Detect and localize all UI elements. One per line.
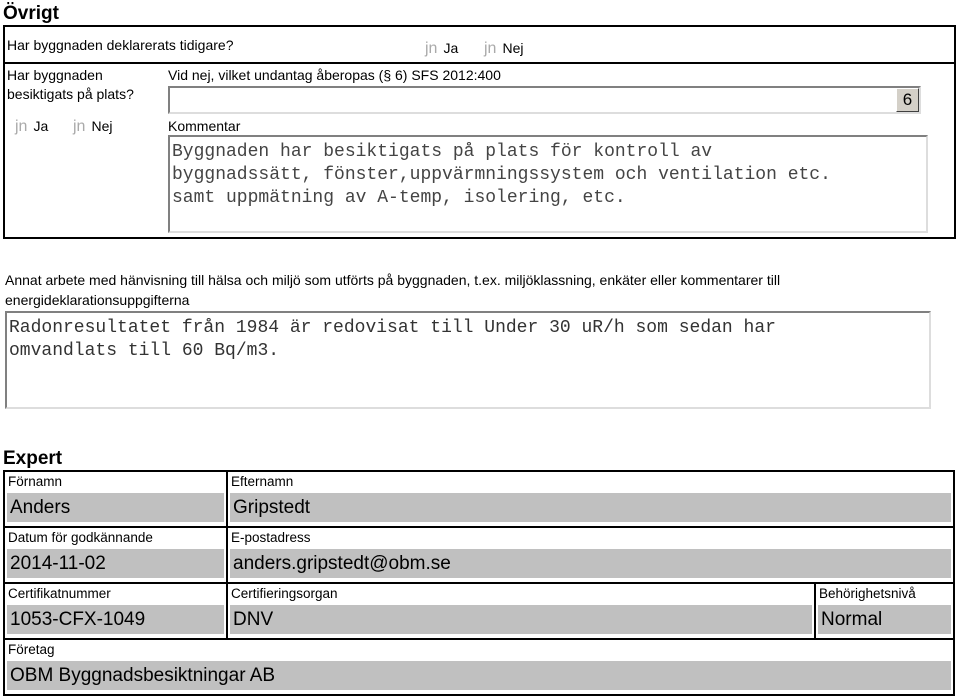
comment-textarea[interactable]: Byggnaden har besiktigats på plats för k… (168, 135, 928, 233)
exception-select[interactable]: 6 (168, 86, 921, 114)
date-label: Datum för godkännande (8, 530, 153, 545)
inspected-no-radio[interactable]: jn Nej (73, 118, 112, 136)
section-title-expert: Expert (3, 448, 63, 469)
other-work-label-2: energideklarationsuppgifterna (5, 292, 190, 308)
inspected-yes-radio[interactable]: jn Ja (15, 118, 48, 136)
expert-table: Förnamn Anders Efternamn Gripstedt Datum f… (3, 470, 955, 696)
radio-label: Nej (91, 118, 113, 134)
radio-icon: jn (73, 118, 86, 135)
declared-yes-radio[interactable]: jn Ja (425, 40, 458, 58)
company-field[interactable]: OBM Byggnadsbesiktningar AB (7, 661, 951, 690)
last-name-field[interactable]: Gripstedt (230, 493, 951, 522)
declared-question: Har byggnaden deklarerats tidigare? (7, 37, 234, 53)
radio-icon: jn (484, 40, 497, 57)
inspected-question-1: Har byggnaden (7, 67, 103, 83)
email-label: E-postadress (231, 530, 311, 545)
cert-field[interactable]: 1053-CFX-1049 (7, 605, 224, 634)
section-title-ovrigt: Övrigt (3, 3, 59, 24)
declared-no-radio[interactable]: jn Nej (484, 40, 523, 58)
level-label: Behörighetsnivå (819, 586, 916, 601)
company-label: Företag (8, 642, 55, 657)
radio-label: Ja (33, 118, 49, 134)
email-field[interactable]: anders.gripstedt@obm.se (230, 549, 951, 578)
first-name-field[interactable]: Anders (7, 493, 224, 522)
date-field[interactable]: 2014-11-02 (7, 549, 224, 578)
inspected-question-2: besiktigats på plats? (7, 86, 134, 102)
comment-label: Kommentar (168, 118, 241, 134)
radio-icon: jn (15, 118, 28, 135)
level-field[interactable]: Normal (818, 605, 951, 634)
org-label: Certifieringsorgan (231, 586, 338, 601)
cert-label: Certifikatnummer (8, 586, 111, 601)
radio-label: Nej (502, 40, 524, 56)
first-name-label: Förnamn (8, 474, 63, 489)
last-name-label: Efternamn (231, 474, 294, 489)
dropdown-arrow-icon[interactable]: 6 (896, 88, 919, 112)
other-work-textarea[interactable]: Radonresultatet från 1984 är redovisat t… (5, 311, 931, 409)
org-field[interactable]: DNV (230, 605, 812, 634)
exception-label: Vid nej, vilket undantag åberopas (§ 6) … (168, 67, 501, 83)
radio-icon: jn (425, 40, 438, 57)
radio-label: Ja (443, 40, 459, 56)
other-work-label-1: Annat arbete med hänvisning till hälsa o… (5, 272, 781, 288)
